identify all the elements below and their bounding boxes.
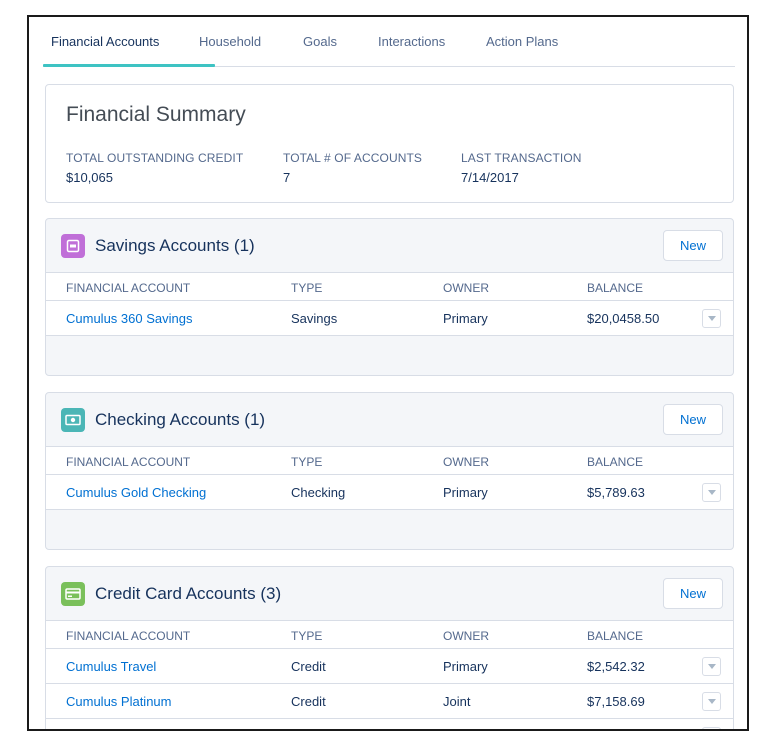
credit-card-icon — [61, 582, 85, 606]
new-checking-button[interactable]: New — [663, 404, 723, 435]
table-row: Cumulus Travel Credit Primary $2,542.32 — [46, 649, 733, 684]
total-accounts: TOTAL # OF ACCOUNTS 7 — [283, 151, 422, 185]
card-title: Savings Accounts (1) — [95, 236, 255, 255]
account-type: Credit — [291, 659, 326, 674]
card-header: Credit Card Accounts (3) New — [46, 567, 733, 620]
card-header: Checking Accounts (1) New — [46, 393, 733, 446]
table-row: Cumulus Gold Checking Checking Primary $… — [46, 475, 733, 510]
account-owner: Primary — [443, 485, 488, 500]
account-owner: Primary — [443, 659, 488, 674]
account-link[interactable]: Cumulus 360 Savings — [66, 311, 192, 326]
tab-household[interactable]: Household — [199, 17, 303, 66]
card-title: Checking Accounts (1) — [95, 410, 266, 429]
account-balance: $20,0458.50 — [587, 311, 660, 326]
tab-goals[interactable]: Goals — [303, 17, 378, 66]
field-label: TOTAL OUTSTANDING CREDIT — [66, 151, 244, 165]
row-actions-dropdown[interactable] — [702, 692, 721, 711]
table-row: Cumulus Platinum Credit Joint $7,158.69 — [46, 684, 733, 719]
column-headers: FINANCIAL ACCOUNT TYPE OWNER BALANCE — [46, 446, 733, 475]
column-balance: BALANCE — [587, 455, 644, 469]
account-link[interactable]: Cumulus Gold Checking — [66, 485, 206, 500]
tab-financial-accounts[interactable]: Financial Accounts — [43, 17, 215, 67]
checking-icon — [61, 408, 85, 432]
credit-card-accounts-card: Credit Card Accounts (3) New FINANCIAL A… — [45, 566, 734, 729]
account-link[interactable]: Cumulus Platinum — [66, 694, 172, 709]
row-actions-dropdown[interactable] — [702, 657, 721, 676]
new-credit-card-button[interactable]: New — [663, 578, 723, 609]
account-owner: Primary — [443, 311, 488, 326]
column-balance: BALANCE — [587, 629, 644, 643]
column-owner: OWNER — [443, 629, 489, 643]
table-row: Cumulus 360 Savings Savings Primary $20,… — [46, 301, 733, 336]
account-type: Credit — [291, 694, 326, 709]
field-label: LAST TRANSACTION — [461, 151, 582, 165]
financial-accounts-panel: Financial Accounts Household Goals Inter… — [27, 15, 749, 731]
tab-bar: Financial Accounts Household Goals Inter… — [43, 17, 735, 67]
savings-accounts-card: Savings Accounts (1) New FINANCIAL ACCOU… — [45, 218, 734, 376]
account-owner: Joint — [443, 694, 471, 709]
summary-title: Financial Summary — [66, 103, 246, 126]
new-savings-button[interactable]: New — [663, 230, 723, 261]
total-outstanding-credit: TOTAL OUTSTANDING CREDIT $10,065 — [66, 151, 243, 185]
card-title: Credit Card Accounts (3) — [95, 584, 282, 603]
field-value: $10,065 — [66, 170, 113, 185]
row-actions-dropdown[interactable] — [702, 727, 721, 729]
account-balance: $5,789.63 — [587, 485, 645, 500]
column-headers: FINANCIAL ACCOUNT TYPE OWNER BALANCE — [46, 272, 733, 301]
column-type: TYPE — [291, 629, 323, 643]
savings-icon — [61, 234, 85, 258]
account-link[interactable]: Cumulus Travel — [66, 659, 156, 674]
account-type: Savings — [291, 311, 338, 326]
table-row-partial — [46, 719, 733, 729]
financial-summary-card: Financial Summary TOTAL OUTSTANDING CRED… — [45, 84, 734, 203]
column-owner: OWNER — [443, 455, 489, 469]
chevron-down-icon — [707, 699, 716, 704]
tab-action-plans[interactable]: Action Plans — [486, 17, 586, 66]
checking-accounts-card: Checking Accounts (1) New FINANCIAL ACCO… — [45, 392, 734, 550]
column-owner: OWNER — [443, 281, 489, 295]
field-value: 7/14/2017 — [461, 170, 519, 185]
account-type: Checking — [291, 485, 346, 500]
chevron-down-icon — [707, 664, 716, 669]
row-actions-dropdown[interactable] — [702, 483, 721, 502]
column-financial-account: FINANCIAL ACCOUNT — [66, 281, 191, 295]
tab-interactions[interactable]: Interactions — [378, 17, 486, 66]
last-transaction: LAST TRANSACTION 7/14/2017 — [461, 151, 582, 185]
chevron-down-icon — [707, 490, 716, 495]
field-value: 7 — [283, 170, 291, 185]
account-balance: $7,158.69 — [587, 694, 645, 709]
column-type: TYPE — [291, 281, 323, 295]
card-header: Savings Accounts (1) New — [46, 219, 733, 272]
column-financial-account: FINANCIAL ACCOUNT — [66, 455, 191, 469]
column-financial-account: FINANCIAL ACCOUNT — [66, 629, 191, 643]
column-balance: BALANCE — [587, 281, 644, 295]
row-actions-dropdown[interactable] — [702, 309, 721, 328]
chevron-down-icon — [707, 316, 716, 321]
field-label: TOTAL # OF ACCOUNTS — [283, 151, 423, 165]
column-type: TYPE — [291, 455, 323, 469]
account-balance: $2,542.32 — [587, 659, 645, 674]
column-headers: FINANCIAL ACCOUNT TYPE OWNER BALANCE — [46, 620, 733, 649]
